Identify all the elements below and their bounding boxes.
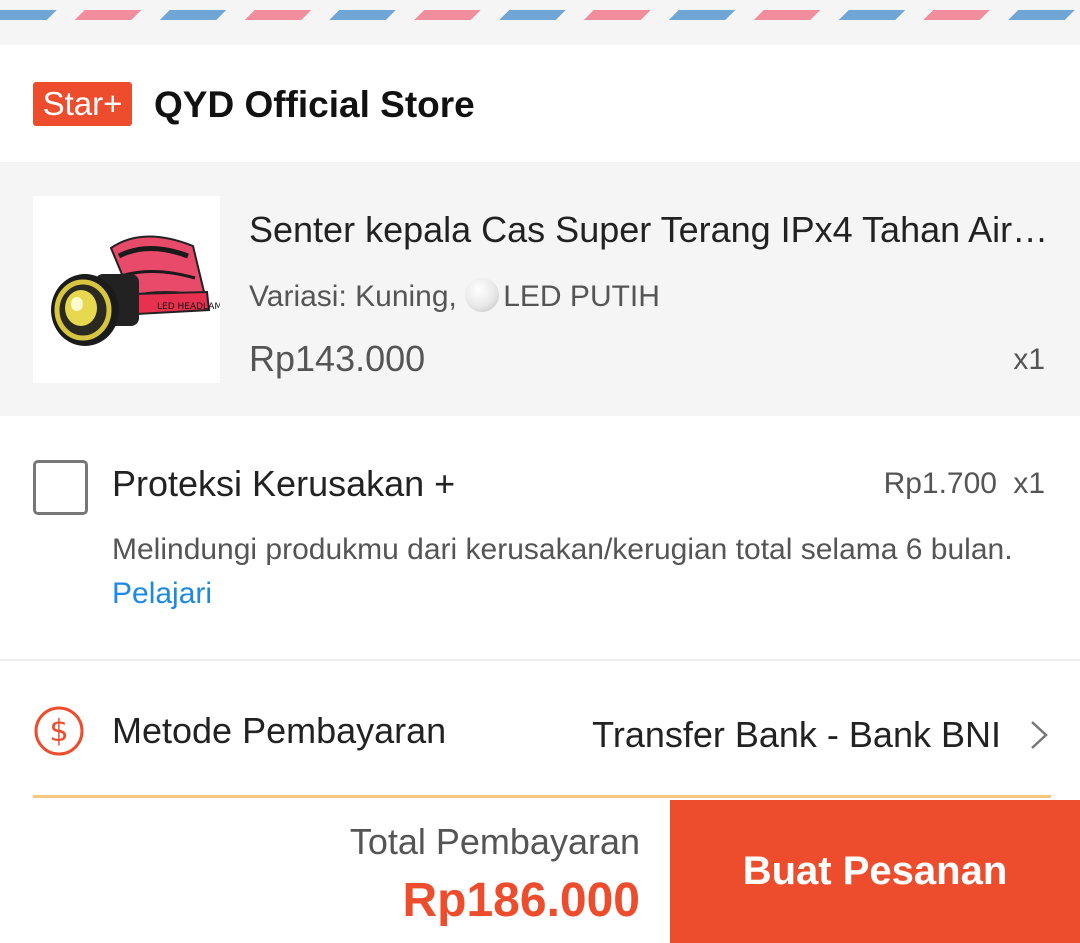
product-variation: Variasi: Kuning, LED PUTIH — [249, 277, 660, 317]
place-order-button[interactable]: Buat Pesanan — [670, 800, 1080, 943]
checkout-page: Star+ QYD Official Store LED HEADLAMP — [0, 0, 1080, 943]
protection-checkbox[interactable] — [33, 460, 88, 515]
band-text: LED HEADLAMP — [157, 302, 220, 312]
total-payment-value: Rp186.000 — [402, 874, 641, 927]
product-item[interactable]: LED HEADLAMP Senter kepala Cas Super Ter… — [0, 162, 1080, 416]
protection-section: Proteksi Kerusakan + Rp1.700 x1 Melindun… — [0, 416, 1080, 659]
protection-description-text: Melindungi produkmu dari kerusakan/kerug… — [112, 533, 1013, 566]
star-plus-badge: Star+ — [33, 82, 132, 126]
variation-suffix: LED PUTIH — [503, 280, 660, 313]
payment-method-value: Transfer Bank - Bank BNI — [592, 714, 1001, 755]
checkout-bottom-bar: Total Pembayaran Rp186.000 Buat Pesanan — [0, 800, 1080, 943]
protection-title: Proteksi Kerusakan + — [112, 463, 456, 504]
airmail-stripe — [0, 10, 1080, 20]
payment-method-label: Metode Pembayaran — [112, 710, 447, 751]
headlamp-image: LED HEADLAMP — [51, 235, 228, 346]
protection-quantity: x1 — [1013, 467, 1045, 500]
payment-divider — [33, 795, 1051, 798]
store-name: QYD Official Store — [154, 84, 475, 125]
variation-prefix: Variasi: Kuning, — [249, 280, 457, 313]
chevron-right-icon — [1031, 721, 1048, 749]
svg-text:$: $ — [49, 714, 68, 749]
payment-method-row[interactable]: $ Metode Pembayaran Transfer Bank - Bank… — [0, 661, 1080, 801]
dollar-circle-icon: $ — [34, 706, 84, 756]
white-circle-icon — [465, 278, 500, 312]
product-title: Senter kepala Cas Super Terang IPx4 Taha… — [249, 209, 1049, 250]
learn-more-link[interactable]: Pelajari — [112, 577, 212, 610]
product-image: LED HEADLAMP — [33, 196, 228, 383]
product-quantity: x1 — [1013, 343, 1045, 376]
total-payment-label: Total Pembayaran — [349, 821, 640, 862]
protection-description: Melindungi produkmu dari kerusakan/kerug… — [112, 528, 1042, 616]
protection-price: Rp1.700 — [883, 467, 997, 500]
product-price: Rp143.000 — [249, 338, 426, 379]
store-header[interactable]: Star+ QYD Official Store — [0, 45, 1080, 162]
